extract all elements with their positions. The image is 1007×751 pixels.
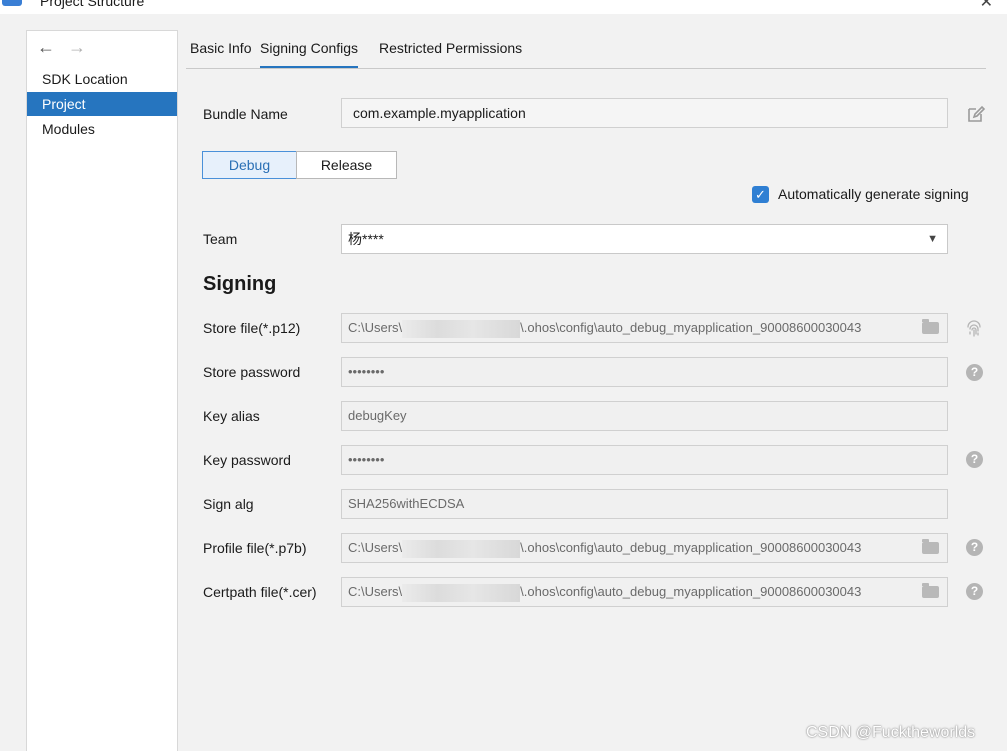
auto-sign-label: Automatically generate signing xyxy=(778,186,969,202)
tab-restricted-permissions[interactable]: Restricted Permissions xyxy=(379,40,522,69)
folder-icon[interactable] xyxy=(922,319,939,334)
sidebar-item-project[interactable]: Project xyxy=(27,92,177,116)
tab-bar: Basic Info Signing Configs Restricted Pe… xyxy=(186,30,986,70)
fingerprint-icon[interactable] xyxy=(964,318,984,338)
help-icon[interactable]: ? xyxy=(966,539,983,556)
tab-divider xyxy=(186,68,986,69)
certpath-file-field[interactable]: C:\Users\ \.ohos\config\auto_debug_myappl… xyxy=(341,577,948,607)
app-icon xyxy=(2,0,22,6)
profile-file-field[interactable]: C:\Users\ \.ohos\config\auto_debug_myappl… xyxy=(341,533,948,563)
key-password-field[interactable]: •••••••• xyxy=(341,445,948,475)
release-toggle-button[interactable]: Release xyxy=(296,151,397,179)
certpath-file-path-suffix: \.ohos\config\auto_debug_myapplication_9… xyxy=(520,584,862,599)
sidebar: ← → SDK Location Project Modules xyxy=(26,30,178,751)
bundle-name-field[interactable]: com.example.myapplication xyxy=(341,98,948,128)
folder-icon[interactable] xyxy=(922,539,939,554)
store-file-field[interactable]: C:\Users\ \.ohos\config\auto_debug_myappl… xyxy=(341,313,948,343)
key-alias-label: Key alias xyxy=(203,408,260,424)
key-password-label: Key password xyxy=(203,452,291,468)
sidebar-item-modules[interactable]: Modules xyxy=(27,117,177,141)
store-password-label: Store password xyxy=(203,364,301,380)
help-icon[interactable]: ? xyxy=(966,451,983,468)
store-file-path-suffix: \.ohos\config\auto_debug_myapplication_9… xyxy=(520,320,862,335)
certpath-file-path-prefix: C:\Users\ xyxy=(348,584,403,599)
chevron-down-icon: ▼ xyxy=(927,233,938,245)
nav-arrows: ← → xyxy=(37,37,86,58)
tab-basic-info[interactable]: Basic Info xyxy=(190,40,251,69)
folder-icon[interactable] xyxy=(922,583,939,598)
window-titlebar: Project Structure ✕ xyxy=(0,0,1007,14)
back-arrow-icon[interactable]: ← xyxy=(37,37,55,57)
watermark: CSDN @Fucktheworlds xyxy=(806,724,976,741)
help-icon[interactable]: ? xyxy=(966,364,983,381)
signing-heading: Signing xyxy=(203,273,277,295)
tab-signing-configs[interactable]: Signing Configs xyxy=(260,40,359,69)
store-password-field[interactable]: •••••••• xyxy=(341,357,948,387)
store-file-label: Store file(*.p12) xyxy=(203,320,301,336)
forward-arrow-icon[interactable]: → xyxy=(68,37,86,57)
team-select-value: 杨**** xyxy=(348,231,384,247)
certpath-file-label: Certpath file(*.cer) xyxy=(203,584,317,600)
edit-icon[interactable] xyxy=(966,104,986,124)
profile-file-path-prefix: C:\Users\ xyxy=(348,540,403,555)
redacted-username xyxy=(402,319,521,338)
profile-file-label: Profile file(*.p7b) xyxy=(203,540,307,556)
key-alias-field[interactable]: debugKey xyxy=(341,401,948,431)
redacted-username xyxy=(402,583,521,602)
profile-file-path-suffix: \.ohos\config\auto_debug_myapplication_9… xyxy=(520,540,862,555)
bundle-name-label: Bundle Name xyxy=(203,106,288,122)
help-icon[interactable]: ? xyxy=(966,583,983,600)
team-label: Team xyxy=(203,231,238,247)
team-select[interactable]: 杨**** ▼ xyxy=(341,224,948,254)
sidebar-item-sdk-location[interactable]: SDK Location xyxy=(27,67,177,91)
debug-toggle-button[interactable]: Debug xyxy=(202,151,297,179)
window-title: Project Structure xyxy=(40,0,145,9)
sign-alg-label: Sign alg xyxy=(203,496,254,512)
store-file-path-prefix: C:\Users\ xyxy=(348,320,403,335)
sign-alg-field[interactable]: SHA256withECDSA xyxy=(341,489,948,519)
redacted-username xyxy=(402,539,521,558)
auto-sign-checkbox[interactable]: ✓ xyxy=(752,186,769,203)
close-icon[interactable]: ✕ xyxy=(980,0,993,12)
